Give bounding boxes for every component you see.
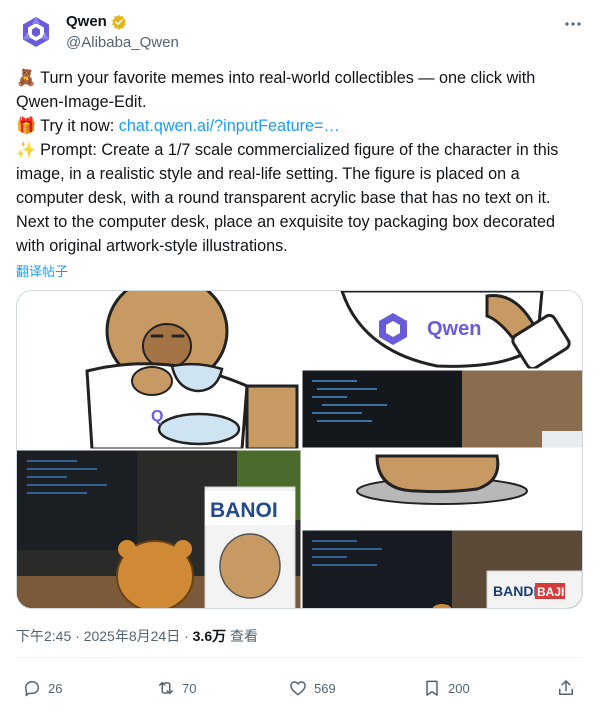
tweet-text: 🧸 Turn your favorite memes into real-worl… [16, 66, 586, 258]
cartoon-bear-panel: Q [17, 291, 301, 451]
tweet-meta: 下午2:45 · 2025年8月24日 · 3.6万 查看 [16, 626, 258, 646]
cartoon-qwen-panel: Qwen [302, 291, 582, 371]
desk-photo-panel [302, 370, 582, 448]
gift-icon: 🎁 [16, 116, 37, 135]
more-options-icon[interactable] [563, 14, 583, 34]
media-image[interactable]: Q Qwen BANOI BANDI BAJI [16, 290, 583, 609]
heart-icon [290, 681, 306, 696]
bookmark-button[interactable]: 200 [422, 674, 470, 702]
avatar[interactable] [16, 12, 56, 52]
repost-icon [159, 681, 173, 695]
tweet-line-2: 🎁 Try it now: chat.qwen.ai/?inputFeature=… [16, 116, 340, 135]
svg-text:BANOI: BANOI [210, 499, 278, 522]
figure-photo-panel: BANOI [17, 450, 301, 608]
media-collage: Q Qwen BANOI BANDI BAJI [17, 291, 582, 608]
view-label: 查看 [226, 628, 258, 644]
bookmark-count: 200 [448, 680, 470, 696]
verified-badge-icon [111, 14, 126, 30]
sparkles-icon: ✨ [16, 140, 37, 159]
reply-button[interactable]: 26 [22, 674, 62, 702]
tweet-line-1: 🧸 Turn your favorite memes into real-worl… [16, 68, 536, 111]
reply-count: 26 [48, 680, 63, 696]
action-bar: 26 70 569 200 [16, 674, 583, 702]
tweet: Qwen @Alibaba_Qwen 🧸 Turn your favorite m… [0, 0, 599, 712]
divider [16, 657, 583, 658]
svg-text:BANDI: BANDI [493, 583, 537, 599]
share-icon [559, 680, 573, 695]
teddy-bear-icon: 🧸 [16, 68, 37, 87]
svg-text:Qwen: Qwen [427, 318, 481, 340]
repost-count: 70 [182, 680, 197, 696]
figure-photo-panel-2: BANDI BAJI [302, 530, 582, 608]
figure-base-panel [302, 449, 582, 529]
author-name-row: Qwen [66, 13, 127, 30]
reply-icon [25, 681, 39, 697]
svg-text:BAJI: BAJI [537, 585, 564, 599]
qwen-logo-icon [23, 17, 49, 47]
try-it-link[interactable]: chat.qwen.ai/?inputFeature=… [119, 117, 340, 135]
like-button[interactable]: 569 [288, 674, 336, 702]
view-count: 3.6万 [192, 628, 227, 644]
share-button[interactable] [556, 674, 576, 702]
bookmark-icon [426, 680, 438, 696]
translate-post-link[interactable]: 翻译帖子 [16, 261, 68, 280]
svg-text:Q: Q [151, 408, 163, 425]
repost-button[interactable]: 70 [156, 674, 196, 702]
like-count: 569 [314, 680, 336, 696]
author-handle[interactable]: @Alibaba_Qwen [66, 34, 179, 51]
timestamp[interactable]: 下午2:45 · 2025年8月24日 · [16, 628, 193, 644]
tweet-line-3: ✨ Prompt: Create a 1/7 scale commercializ… [16, 140, 559, 255]
author-name[interactable]: Qwen [66, 13, 107, 30]
